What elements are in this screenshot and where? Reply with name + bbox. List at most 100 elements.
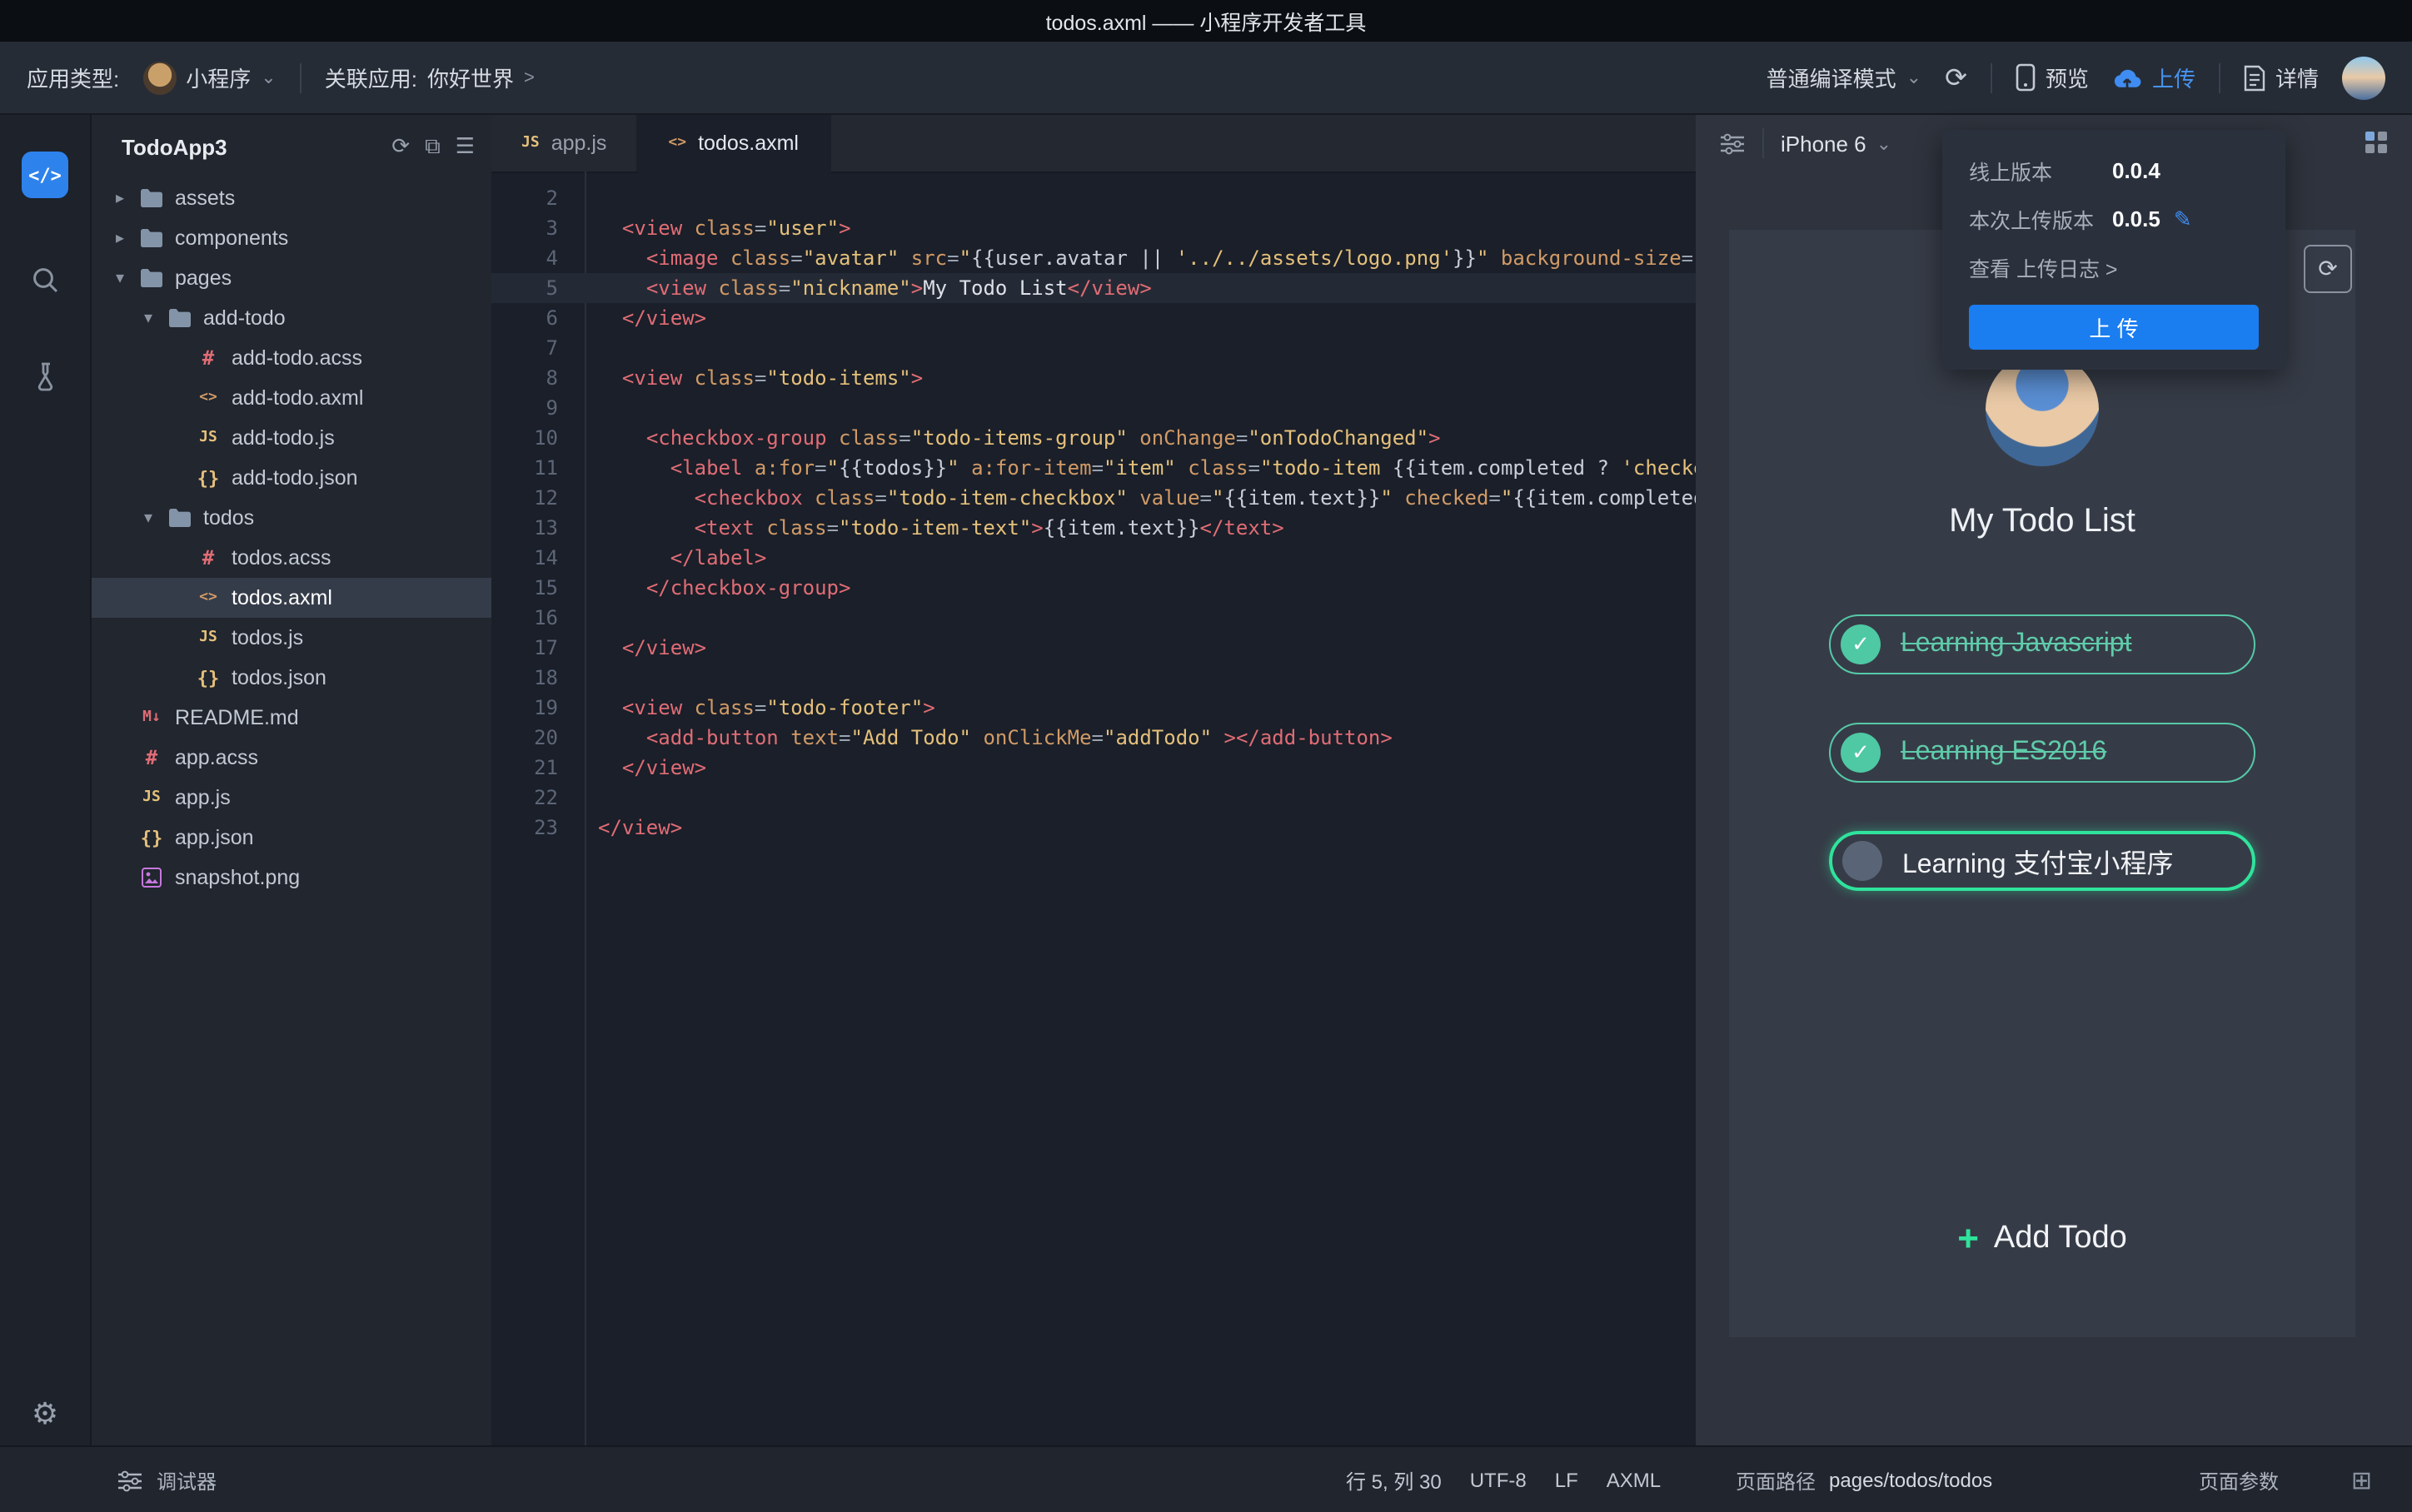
language-indicator[interactable]: AXML (1607, 1469, 1661, 1492)
gear-icon[interactable]: ⚙ (32, 1397, 58, 1432)
details-button[interactable]: 详情 (2244, 62, 2319, 93)
line-number: 3 (546, 216, 558, 240)
tree-item-todos.js[interactable]: JS todos.js (92, 618, 491, 658)
upload-log-text: 查看 上传日志 > (1969, 258, 2118, 281)
checked-checkbox-icon[interactable]: ✓ (1841, 733, 1881, 773)
simulator-refresh-button[interactable]: ⟳ (2304, 245, 2352, 293)
line-number: 8 (546, 366, 558, 390)
cursor-position[interactable]: 行 5, 列 30 (1346, 1466, 1442, 1495)
refresh-icon[interactable]: ⟳ (1945, 61, 1967, 94)
encoding-indicator[interactable]: UTF-8 (1470, 1469, 1527, 1492)
js-icon: JS (521, 135, 540, 152)
grid-glyph: ⊞ (2350, 1467, 2372, 1495)
json-icon: {} (197, 667, 220, 689)
line-number: 4 (546, 246, 558, 270)
todo-item-text: Learning 支付宝小程序 (1902, 851, 2174, 879)
tree-item-app.acss[interactable]: # app.acss (92, 738, 491, 778)
tree-item-todos.axml[interactable]: <> todos.axml (92, 578, 491, 618)
tune-icon (117, 1470, 143, 1491)
refresh-icon[interactable]: ⟳ (391, 133, 410, 160)
todo-item[interactable]: Learning 支付宝小程序 (1829, 831, 2255, 891)
unchecked-checkbox-icon[interactable] (1842, 841, 1882, 881)
preview-button[interactable]: 预览 (2016, 62, 2089, 93)
file-tree: ▸ assets ▸ components ▾ pages ▾ add-todo # add-to… (92, 178, 491, 898)
flask-icon[interactable] (31, 361, 59, 393)
todo-item[interactable]: ✓ Learning Javascript (1829, 614, 2255, 674)
tree-item-label: app.acss (175, 746, 259, 769)
tree-item-add-todo.acss[interactable]: # add-todo.acss (92, 338, 491, 378)
collapse-icon[interactable]: ⧉ (425, 133, 441, 160)
grid-icon[interactable]: ⊞ (2351, 1447, 2372, 1512)
code-line: <checkbox class="todo-item-checkbox" val… (694, 486, 1696, 510)
line-number: 12 (534, 486, 558, 510)
device-selector[interactable]: iPhone 6 ⌄ (1781, 131, 1891, 156)
chevron-down-icon[interactable]: ▾ (140, 509, 157, 527)
code-row: 9 (491, 393, 1696, 423)
acss-icon: # (202, 346, 215, 370)
activity-rail: </> ⚙ (0, 115, 92, 1445)
panel-settings-icon[interactable] (2364, 130, 2389, 160)
code-area[interactable]: 23 <view class="user"> 4 <image class="av… (491, 173, 1696, 843)
chevron-right-icon[interactable]: ▸ (112, 189, 128, 207)
tree-item-label: add-todo (203, 306, 286, 330)
line-number: 7 (546, 336, 558, 360)
user-avatar[interactable] (2342, 56, 2385, 99)
tree-item-todos.acss[interactable]: # todos.acss (92, 538, 491, 578)
chevron-down-icon[interactable]: ▾ (112, 269, 128, 287)
folder-icon (165, 308, 195, 328)
tree-item-todos[interactable]: ▾ todos (92, 498, 491, 538)
device-name: iPhone 6 (1781, 131, 1866, 156)
code-line: <text class="todo-item-text">{{item.text… (694, 516, 1284, 540)
tree-item-assets[interactable]: ▸ assets (92, 178, 491, 218)
axml-icon: <> (199, 390, 217, 406)
compile-mode-selector[interactable]: 普通编译模式 ⌄ (1767, 62, 1921, 93)
add-todo-button[interactable]: + Add Todo (1957, 1220, 2127, 1257)
edit-version-icon[interactable]: ✎ (2174, 206, 2192, 232)
device-list-icon[interactable] (1719, 132, 1746, 154)
tree-item-app.js[interactable]: JS app.js (92, 778, 491, 818)
tree-item-add-todo.axml[interactable]: <> add-todo.axml (92, 378, 491, 418)
page-params-button[interactable]: 页面参数 (2199, 1447, 2279, 1512)
compile-mode-label: 普通编译模式 (1766, 67, 1896, 92)
chevron-down-icon[interactable]: ▾ (140, 309, 157, 327)
js-icon: JS (199, 430, 217, 446)
upload-log-link[interactable]: 查看 上传日志 > (1942, 243, 2285, 291)
line-number: 2 (546, 187, 558, 210)
code-row: 18 (491, 663, 1696, 693)
code-line: </view> (598, 816, 683, 839)
tree-item-add-todo.json[interactable]: {} add-todo.json (92, 458, 491, 498)
line-number: 21 (534, 756, 558, 779)
linked-app-selector[interactable]: 关联应用: 你好世界 > (325, 62, 535, 93)
code-panel-icon[interactable]: </> (22, 152, 68, 198)
tab-app.js[interactable]: JS app.js (491, 115, 639, 172)
project-name: TodoApp3 (122, 134, 227, 159)
search-icon[interactable] (30, 265, 60, 295)
tree-item-app.json[interactable]: {} app.json (92, 818, 491, 858)
upload-label: 上传 (2151, 67, 2195, 92)
tab-label: todos.axml (698, 132, 799, 155)
tree-item-todos.json[interactable]: {} todos.json (92, 658, 491, 698)
line-number: 13 (534, 516, 558, 540)
code-row: 7 (491, 333, 1696, 363)
todo-item[interactable]: ✓ Learning ES2016 (1829, 723, 2255, 783)
tree-item-add-todo.js[interactable]: JS add-todo.js (92, 418, 491, 458)
debugger-toggle[interactable]: 调试器 (117, 1447, 217, 1512)
tree-item-pages[interactable]: ▾ pages (92, 258, 491, 298)
tree-item-add-todo[interactable]: ▾ add-todo (92, 298, 491, 338)
chevron-right-icon[interactable]: ▸ (112, 229, 128, 247)
chevron-right-icon: > (524, 67, 535, 87)
tree-item-snapshot.png[interactable]: snapshot.png (92, 858, 491, 898)
upload-confirm-button[interactable]: 上 传 (1969, 305, 2259, 350)
tree-item-components[interactable]: ▸ components (92, 218, 491, 258)
checked-checkbox-icon[interactable]: ✓ (1841, 624, 1881, 664)
code-row: 10 <checkbox-group class="todo-items-gro… (491, 423, 1696, 453)
app-type-selector[interactable]: 小程序 ⌄ (142, 61, 277, 94)
menu-icon[interactable]: ☰ (456, 133, 475, 160)
upload-button[interactable]: 上传 (2112, 62, 2195, 93)
tree-item-README.md[interactable]: M↓ README.md (92, 698, 491, 738)
eol-indicator[interactable]: LF (1555, 1469, 1578, 1492)
code-line: </checkbox-group> (645, 576, 851, 599)
tab-todos.axml[interactable]: <> todos.axml (638, 115, 830, 173)
code-row: 15 </checkbox-group> (491, 573, 1696, 603)
axml-icon: <> (668, 135, 687, 152)
